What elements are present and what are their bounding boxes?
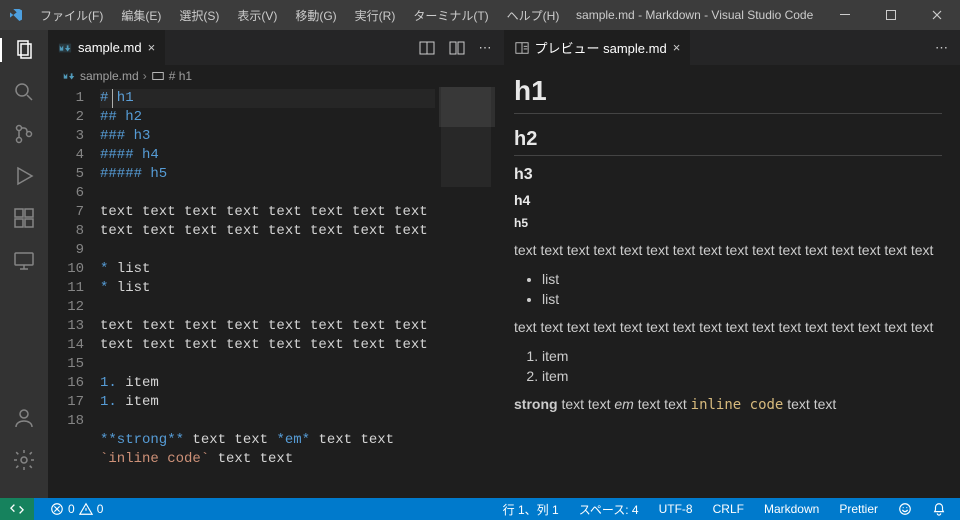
- line-number-gutter: 123456789101112131415161718: [48, 87, 100, 498]
- preview-em: em: [614, 396, 633, 412]
- maximize-button[interactable]: [868, 0, 914, 30]
- tab-preview[interactable]: プレビュー sample.md ×: [505, 30, 692, 65]
- close-button[interactable]: [914, 0, 960, 30]
- close-icon[interactable]: ×: [148, 40, 156, 55]
- breadcrumb[interactable]: sample.md › # h1: [48, 65, 495, 87]
- split-editor-icon[interactable]: [449, 40, 465, 56]
- tab-label: プレビュー sample.md: [535, 38, 667, 57]
- tab-bar: sample.md × ⋯ プレビュー sample.md × ⋯: [48, 30, 960, 65]
- preview-pane[interactable]: h1 h2 h3 h4 h5 text text text text text …: [496, 65, 960, 498]
- eol-status[interactable]: CRLF: [709, 502, 748, 516]
- menu-item[interactable]: 選択(S): [171, 3, 227, 28]
- warning-count: 0: [97, 502, 104, 516]
- notifications-icon[interactable]: [928, 502, 950, 516]
- preview-ul: list list: [542, 271, 942, 307]
- source-control-icon[interactable]: [12, 122, 36, 146]
- minimize-button[interactable]: [822, 0, 868, 30]
- preview-strong: strong: [514, 396, 558, 412]
- remote-button[interactable]: [0, 498, 34, 520]
- more-actions-icon[interactable]: ⋯: [479, 40, 492, 56]
- tab-editor[interactable]: sample.md ×: [48, 30, 166, 65]
- preview-icon: [515, 41, 529, 55]
- activity-bar: [0, 30, 48, 498]
- symbol-string-icon: [151, 69, 165, 83]
- preview-ol: item item: [542, 348, 942, 384]
- explorer-icon[interactable]: [0, 38, 48, 62]
- menu-item[interactable]: 実行(R): [347, 3, 404, 28]
- status-bar: 0 0 行 1、列 1 スペース: 4 UTF-8 CRLF Markdown …: [0, 498, 960, 520]
- menu-item[interactable]: ヘルプ(H): [499, 3, 568, 28]
- markdown-file-icon: [58, 41, 72, 55]
- window-controls: [822, 0, 960, 30]
- preview-h2: h2: [514, 128, 942, 156]
- menu-bar: ファイル(F)編集(E)選択(S)表示(V)移動(G)実行(R)ターミナル(T)…: [32, 3, 567, 28]
- menu-item[interactable]: ファイル(F): [32, 3, 111, 28]
- preview-h1: h1: [514, 75, 942, 114]
- problems-status[interactable]: 0 0: [46, 502, 107, 516]
- tab-label: sample.md: [78, 40, 142, 55]
- menu-item[interactable]: 編集(E): [113, 3, 169, 28]
- list-item: item: [542, 368, 942, 384]
- settings-gear-icon[interactable]: [12, 448, 36, 472]
- title-bar: ファイル(F)編集(E)選択(S)表示(V)移動(G)実行(R)ターミナル(T)…: [0, 0, 960, 30]
- chevron-right-icon: ›: [143, 69, 147, 83]
- error-count: 0: [68, 502, 75, 516]
- preview-paragraph: strong text text em text text inline cod…: [514, 394, 942, 416]
- language-mode[interactable]: Markdown: [760, 502, 823, 516]
- breadcrumb-symbol[interactable]: # h1: [169, 69, 192, 83]
- list-item: list: [542, 291, 942, 307]
- editor-pane[interactable]: sample.md › # h1 12345678910111213141516…: [48, 65, 496, 498]
- minimap-slider[interactable]: [439, 87, 495, 127]
- more-actions-icon[interactable]: ⋯: [935, 40, 948, 56]
- split-preview-icon[interactable]: [419, 40, 435, 56]
- remote-explorer-icon[interactable]: [12, 248, 36, 272]
- close-icon[interactable]: ×: [673, 40, 681, 55]
- preview-paragraph: text text text text text text text text …: [514, 240, 942, 261]
- window-title: sample.md - Markdown - Visual Studio Cod…: [567, 8, 822, 22]
- preview-h3: h3: [514, 166, 942, 184]
- code-body[interactable]: 123456789101112131415161718 # h1## h2###…: [48, 87, 495, 498]
- menu-item[interactable]: 表示(V): [229, 3, 285, 28]
- account-icon[interactable]: [12, 406, 36, 430]
- list-item: item: [542, 348, 942, 364]
- breadcrumb-file[interactable]: sample.md: [80, 69, 139, 83]
- indentation-status[interactable]: スペース: 4: [575, 501, 643, 518]
- preview-h4: h4: [514, 192, 942, 208]
- cursor-position[interactable]: 行 1、列 1: [499, 501, 563, 518]
- search-icon[interactable]: [12, 80, 36, 104]
- menu-item[interactable]: ターミナル(T): [405, 3, 496, 28]
- encoding-status[interactable]: UTF-8: [655, 502, 697, 516]
- code-lines[interactable]: # h1## h2### h3#### h4##### h5 text text…: [100, 87, 495, 498]
- list-item: list: [542, 271, 942, 287]
- formatter-status[interactable]: Prettier: [835, 502, 882, 516]
- extensions-icon[interactable]: [12, 206, 36, 230]
- vscode-logo-icon: [8, 7, 24, 23]
- feedback-icon[interactable]: [894, 502, 916, 516]
- run-debug-icon[interactable]: [12, 164, 36, 188]
- preview-code: inline code: [691, 397, 784, 413]
- preview-h5: h5: [514, 216, 942, 230]
- markdown-file-icon: [62, 69, 76, 83]
- menu-item[interactable]: 移動(G): [287, 3, 344, 28]
- preview-paragraph: text text text text text text text text …: [514, 317, 942, 338]
